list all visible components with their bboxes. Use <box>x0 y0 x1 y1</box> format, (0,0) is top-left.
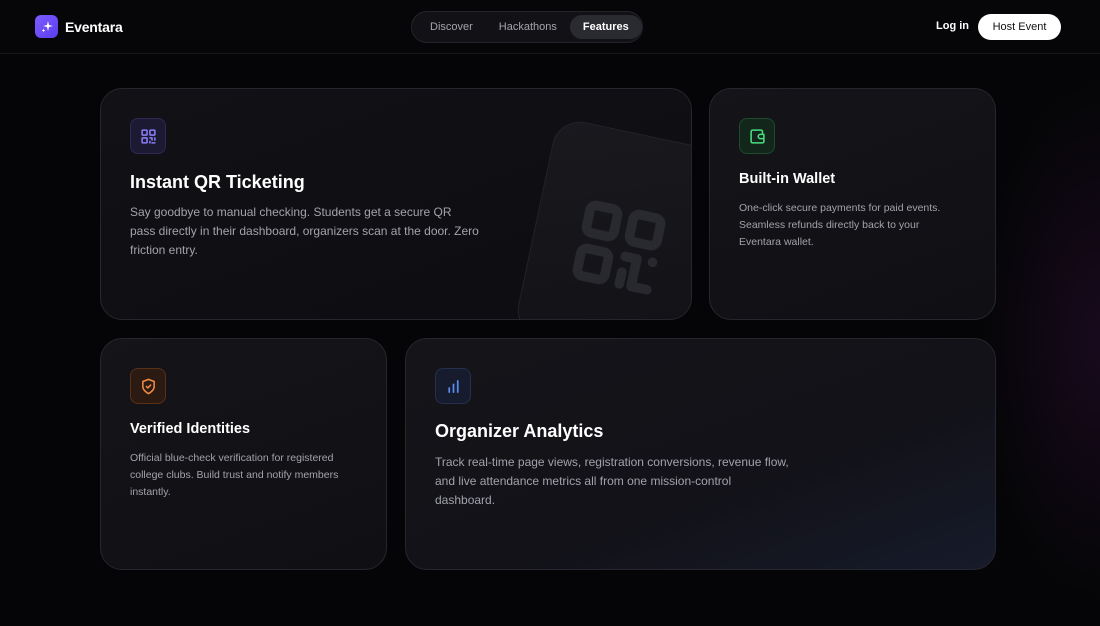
feature-card-wallet: Built-in Wallet One-click secure payment… <box>709 88 996 320</box>
qr-feature-icon-box <box>130 118 166 154</box>
card-title: Verified Identities <box>130 421 251 437</box>
brand-name: Eventara <box>65 18 123 35</box>
card-title: Instant QR Ticketing <box>130 172 305 192</box>
verified-feature-icon-box <box>130 368 166 404</box>
nav-tab-hackathons[interactable]: Hackathons <box>486 15 570 39</box>
card-description: Official blue-check verification for reg… <box>130 452 339 498</box>
card-title: Organizer Analytics <box>435 421 604 441</box>
card-title: Built-in Wallet <box>739 171 836 187</box>
host-event-button[interactable]: Host Event <box>978 14 1061 40</box>
wallet-icon <box>749 128 765 144</box>
qr-code-decoration-icon <box>572 200 666 295</box>
main-nav: Discover Hackathons Features <box>411 11 643 43</box>
feature-card-verified-identities: Verified Identities Official blue-check … <box>100 338 387 570</box>
nav-tab-discover[interactable]: Discover <box>417 15 486 39</box>
analytics-feature-icon-box <box>435 368 471 404</box>
card-description: Track real-time page views, registration… <box>435 455 789 507</box>
brand[interactable]: Eventara <box>35 15 123 38</box>
background-glow <box>980 80 1100 600</box>
feature-card-organizer-analytics: Organizer Analytics Track real-time page… <box>405 338 996 570</box>
top-navbar: Eventara Discover Hackathons Features Lo… <box>0 0 1100 54</box>
card-description: Say goodbye to manual checking. Students… <box>130 205 479 257</box>
login-link[interactable]: Log in <box>936 20 969 32</box>
shield-check-icon <box>141 378 155 394</box>
nav-tab-features[interactable]: Features <box>569 15 642 39</box>
bar-chart-icon <box>447 379 459 393</box>
card-description: One-click secure payments for paid event… <box>739 202 941 248</box>
feature-card-qr-ticketing: Instant QR Ticketing Say goodbye to manu… <box>100 88 692 320</box>
wallet-feature-icon-box <box>739 118 775 154</box>
sparkle-logo-icon <box>35 15 58 38</box>
qr-code-icon <box>140 128 156 144</box>
